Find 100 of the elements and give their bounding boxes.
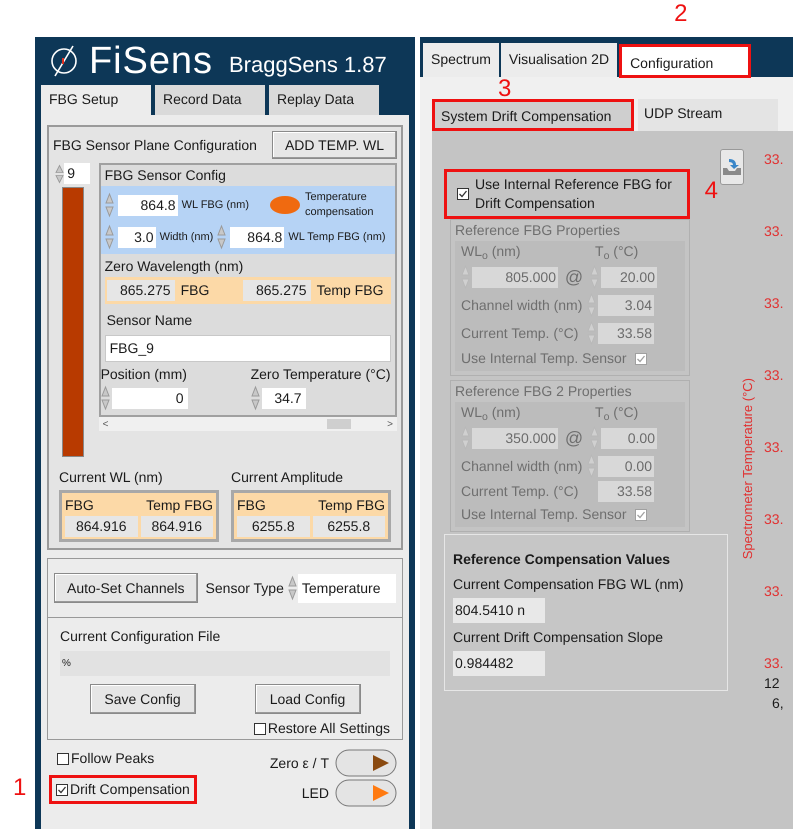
field-label: WL$_{o}$ (nm) [461,403,522,423]
subtab[interactable]: System Drift Compensation [432,99,634,131]
led-label: Temperature compensation [305,190,374,220]
option-checkbox[interactable]: Follow Peaks [53,748,158,769]
field-label: WL Temp FBG (nm) [288,230,386,245]
numeric-field[interactable]: 864.8 [230,226,284,248]
spin-arrows[interactable] [250,385,260,411]
group-title: Reference FBG Properties [455,221,621,240]
use-internal-reference-checkbox[interactable]: Use Internal Reference FBG for Drift Compensation [444,169,690,219]
checkbox[interactable] [254,722,266,734]
section-title: FBG Sensor Plane Configuration [53,136,257,155]
readout-field: 0.984482 [453,651,545,676]
tab[interactable]: Visualisation 2D [500,43,618,77]
section-title: Current WL (nm) [59,468,164,487]
field-label: Temp FBG [316,281,384,300]
field-label: WL$_{o}$ (nm) [461,242,522,262]
checked-checkbox[interactable] [457,188,469,200]
readout-field: 33.58 [598,481,654,502]
subtab[interactable]: UDP Stream [638,99,778,131]
field-label: FBG [180,281,210,300]
tab[interactable]: Configuration [619,44,752,78]
callout-number: 1 [13,776,26,800]
field-label: Sensor Type [206,578,284,598]
load-config-button[interactable]: Load Config [254,684,360,714]
dropdown-field[interactable]: Temperature [298,574,396,602]
column-label: Temp FBG [317,496,385,515]
readout-field: 804.5410 n [453,598,545,623]
column-label: FBG [65,496,95,515]
axis-tick-label: 33. [764,438,784,457]
field-label: Position (mm) [100,365,188,384]
tab[interactable]: FBG Setup [41,85,151,115]
field-label: Current Compensation FBG WL (nm) [453,575,685,594]
field-label: Current Temp. (°C) [461,324,580,343]
text-field[interactable]: FBG_9 [104,335,391,362]
axis-tick-label: 12 [764,674,781,693]
toggle-switch[interactable] [335,778,397,808]
field-label: Zero Temperature (°C) [250,365,391,384]
field-label: Channel width (nm) [461,296,584,315]
restore-settings-checkbox[interactable]: Restore All Settings [254,718,390,739]
field-label: T$_{o}$ (°C) [595,242,638,262]
readout-field: 865.275 [242,280,311,301]
callout-number: 2 [674,2,688,26]
switch-label: LED [302,784,329,802]
tab[interactable]: Record Data [155,85,265,115]
axis-tick-label: 33. [764,294,784,313]
spin-arrows[interactable] [104,192,114,218]
horizontal-scrollbar[interactable]: < > [98,417,397,431]
switch-label: Zero ε / T [270,754,329,772]
field-label: Channel width (nm) [461,456,584,476]
option-checkbox[interactable]: Drift Compensation [49,775,197,804]
numeric-field[interactable]: 0 [112,388,188,408]
callout-number: 4 [704,179,718,203]
numeric-field[interactable]: 3.0 [118,226,156,248]
axis-tick-label: 33. [764,510,784,529]
field-label: WL FBG (nm) [182,198,249,213]
tab[interactable]: Spectrum [423,43,499,77]
axis-tick-label: 33. [764,150,784,169]
section-title: Current Amplitude [231,468,344,487]
spin-arrows[interactable] [104,224,114,250]
toggle-switch[interactable] [335,748,397,778]
readout-field: 865.275 [106,280,175,301]
add-temp-wl-button[interactable]: ADD TEMP. WL [272,131,397,159]
spin-arrows[interactable] [217,224,226,250]
tray-button[interactable] [720,149,744,185]
checked-checkbox[interactable] [56,784,68,796]
field-label: Current Temp. (°C) [461,482,580,501]
index-field[interactable]: 9 [64,163,90,184]
save-config-button[interactable]: Save Config [90,684,196,714]
readout-field: 864.916 [140,516,213,537]
field-label: Current Configuration File [60,627,222,646]
at-sign: @ [564,268,584,286]
callout-number: 3 [498,77,512,101]
at-sign: @ [564,429,584,447]
path-field[interactable]: % [60,651,390,676]
tray-arrow-icon [721,157,743,177]
axis-tick-label: 6, [772,694,784,713]
checkbox[interactable] [57,752,69,764]
axis-tick-label: 33. [764,366,784,385]
field-label: T$_{o}$ (°C) [595,403,638,423]
spin-arrows[interactable] [55,164,64,184]
field-label: Sensor Name [106,311,194,330]
tab[interactable]: Replay Data [269,85,379,115]
axis-tick-label: 33. [764,654,784,673]
column-label: Temp FBG [145,496,213,515]
spin-arrows[interactable] [100,385,110,411]
cluster-title: FBG Sensor Config [104,166,227,185]
product-version: BraggSens 1.87 [228,54,387,76]
auto-set-channels-button[interactable]: Auto-Set Channels [54,573,198,603]
readout-field: 6255.8 [312,516,385,537]
field-label: Width (nm) [160,230,214,245]
axis-tick-label: 33. [764,222,784,241]
readout-field: 864.916 [65,516,138,537]
section-title: Zero Wavelength (nm) [104,257,244,276]
brand-name: FiSens [89,42,213,80]
numeric-field[interactable]: 864.8 [118,194,178,216]
numeric-field[interactable]: 34.7 [262,388,306,408]
axis-tick-label: 33. [764,582,784,601]
axis-title: Spectrometer Temperature (°C) [739,378,756,560]
field-label: Current Drift Compensation Slope [453,628,664,647]
spin-arrows[interactable] [288,575,297,601]
